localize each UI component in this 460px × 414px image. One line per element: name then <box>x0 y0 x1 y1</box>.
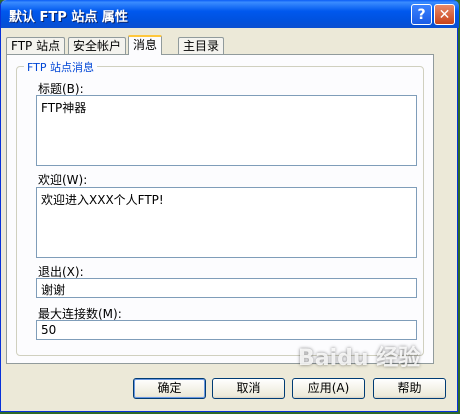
baidu-watermark: Baidu 经验 <box>298 346 421 371</box>
close-icon[interactable]: ✕ <box>434 4 455 25</box>
ok-button[interactable]: 确定 <box>133 378 206 399</box>
tab-security-accounts[interactable]: 安全帐户 <box>68 37 127 54</box>
exit-input[interactable]: 谢谢 <box>36 278 417 298</box>
welcome-textarea[interactable]: 欢迎进入XXX个人FTP! <box>36 187 417 258</box>
cancel-button[interactable]: 取消 <box>212 378 285 399</box>
tab-home-directory[interactable]: 主目录 <box>178 37 225 54</box>
tab-ftp-site[interactable]: FTP 站点 <box>6 37 66 54</box>
title-bar[interactable]: 默认 FTP 站点 属性 ? ✕ <box>1 0 459 28</box>
help-icon[interactable]: ? <box>411 4 432 25</box>
welcome-label: 欢迎(W): <box>38 173 88 187</box>
title-textarea[interactable]: FTP神器 <box>36 95 417 166</box>
tab-messages[interactable]: 消息 <box>128 35 163 55</box>
window-title: 默认 FTP 站点 属性 <box>9 10 128 25</box>
group-title: FTP 站点消息 <box>24 59 97 75</box>
